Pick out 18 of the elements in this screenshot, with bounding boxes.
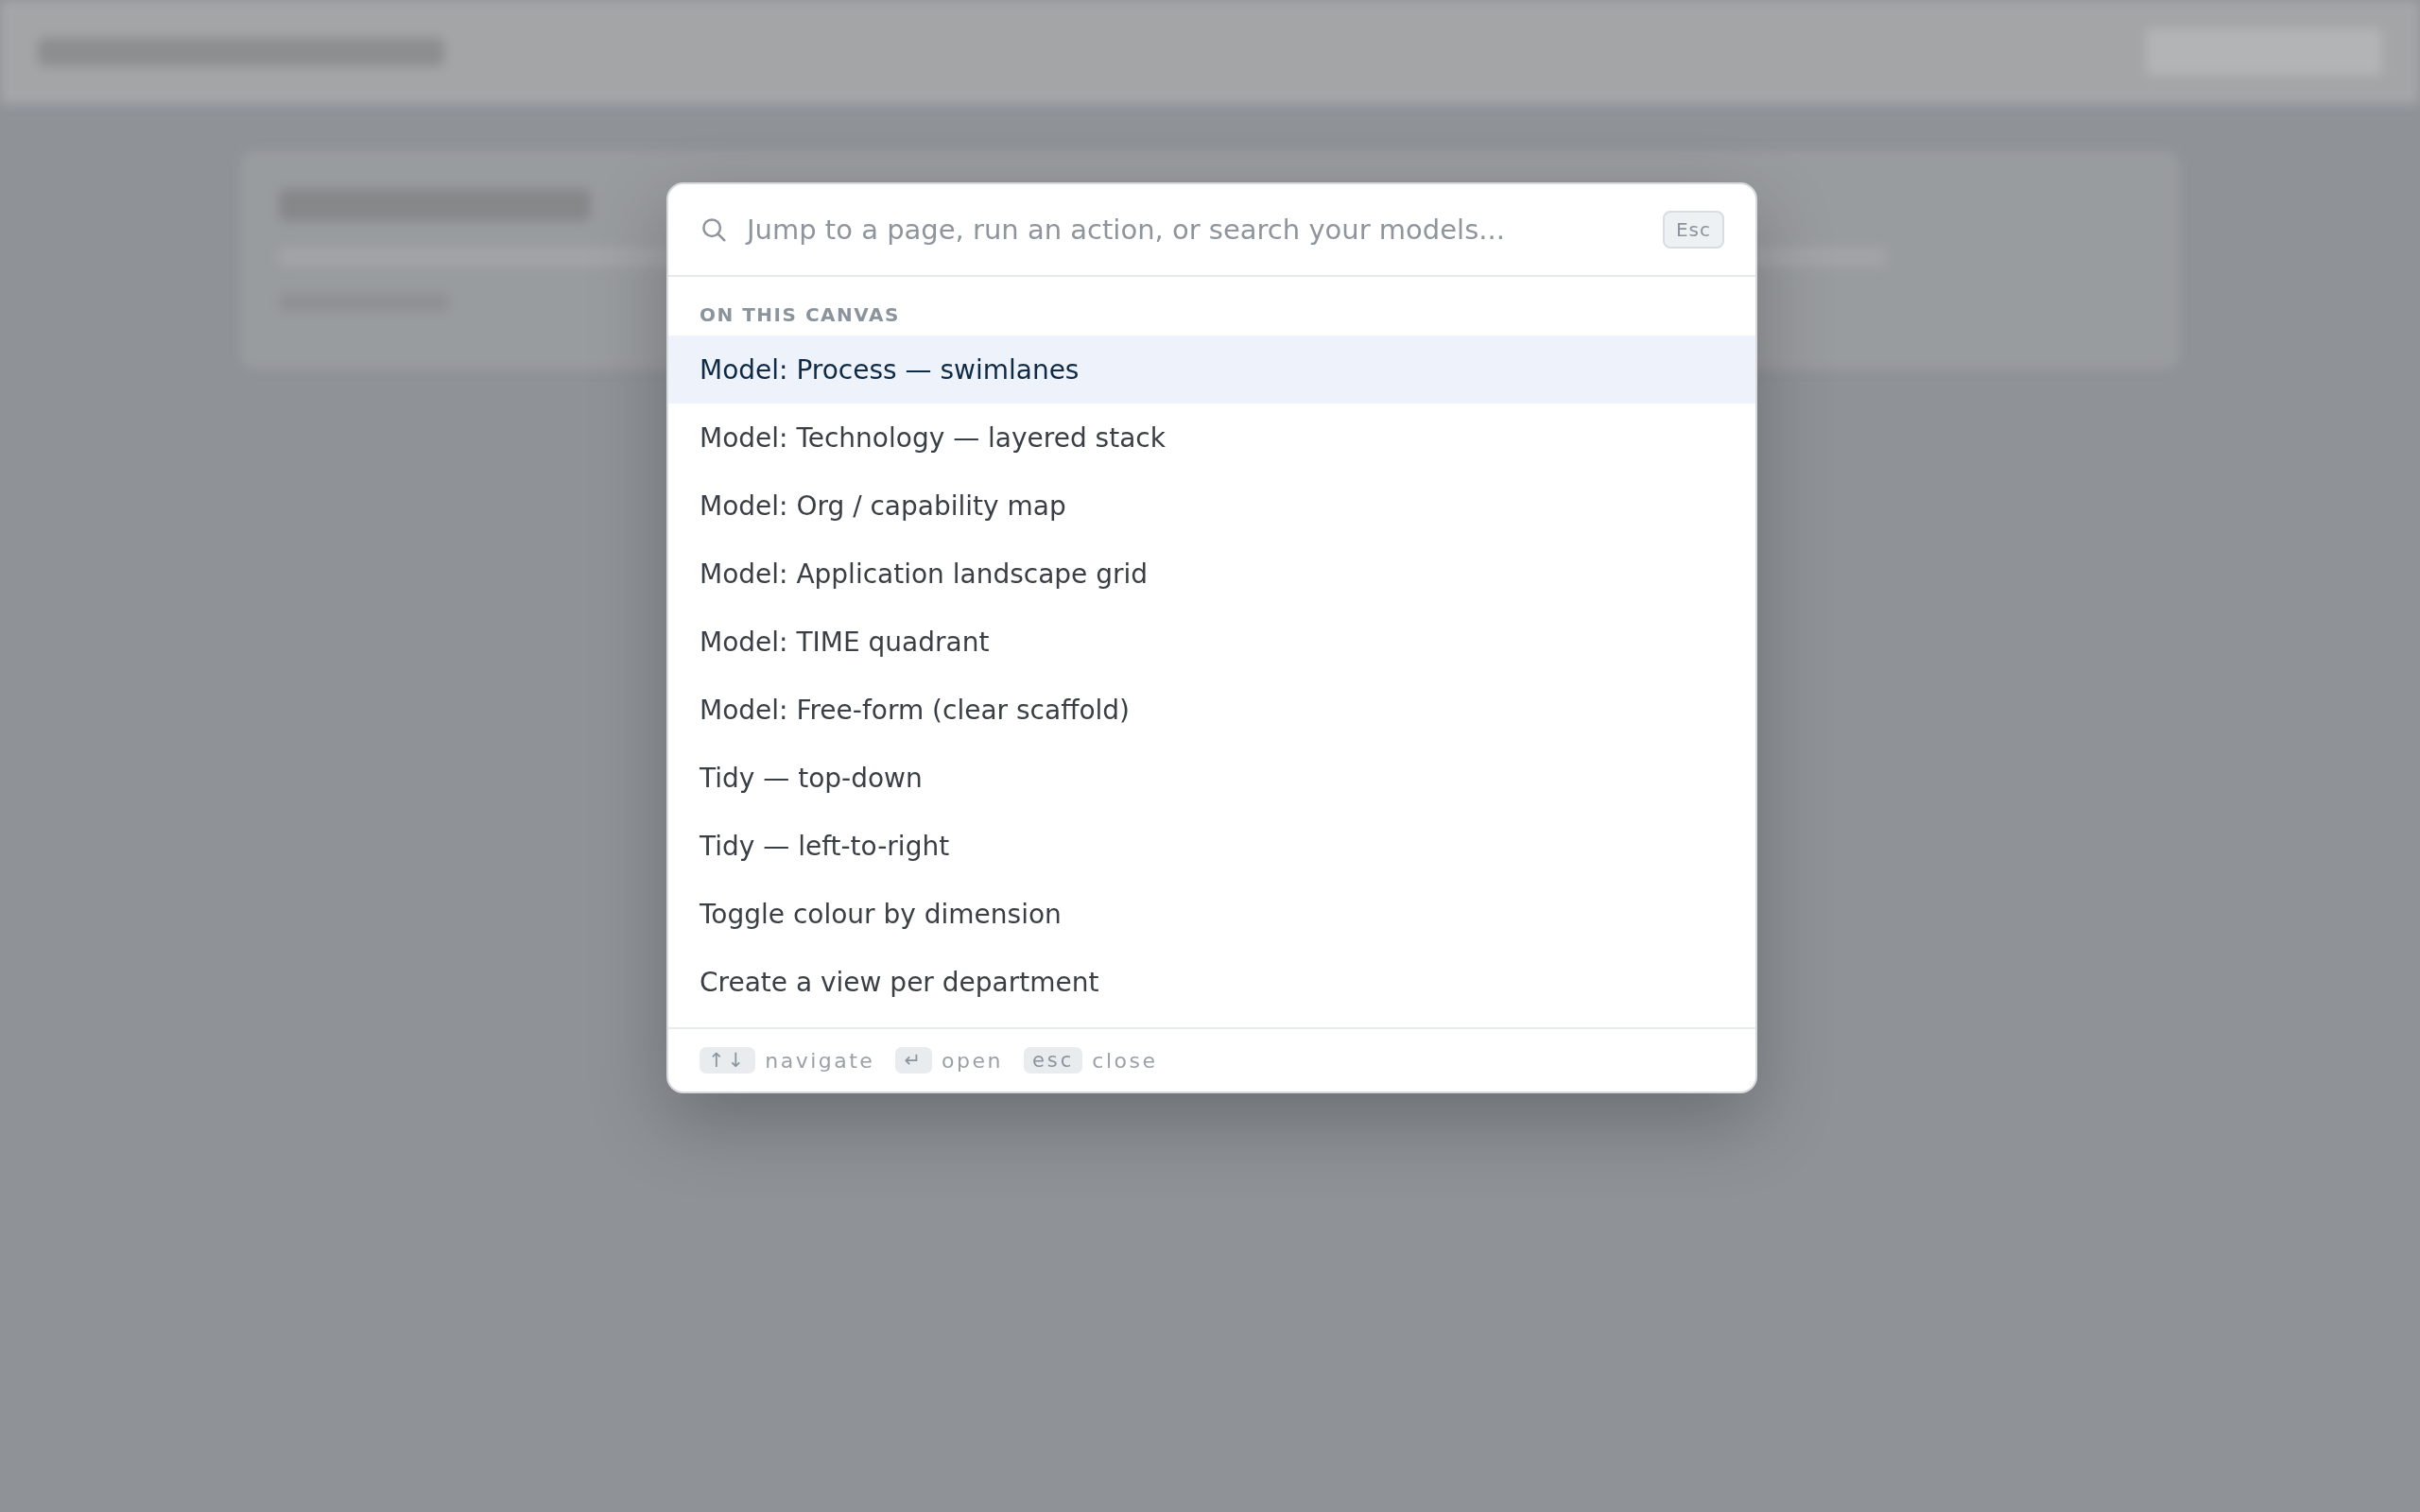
- command-item[interactable]: Model: Technology — layered stack: [668, 404, 1755, 472]
- command-item[interactable]: Tidy — left-to-right: [668, 812, 1755, 880]
- section-label: ON THIS CANVAS: [699, 302, 901, 328]
- shortcut-label: open: [942, 1048, 1003, 1073]
- command-item[interactable]: Model: Process — swimlanes: [668, 335, 1755, 404]
- command-item[interactable]: Model: Org / capability map: [668, 472, 1755, 540]
- shortcut-key: ↑↓: [700, 1047, 756, 1074]
- shortcut-key: ↵: [895, 1047, 932, 1074]
- command-item[interactable]: Model: Free-form (clear scaffold): [668, 676, 1755, 744]
- command-item[interactable]: Tidy — top-down: [668, 744, 1755, 812]
- shortcut-key: esc: [1023, 1047, 1083, 1074]
- shortcut-label: navigate: [765, 1048, 875, 1073]
- search-icon: [700, 215, 728, 244]
- command-item[interactable]: Toggle colour by dimension: [668, 880, 1755, 948]
- command-item[interactable]: Model: Application landscape grid: [668, 540, 1755, 608]
- command-item[interactable]: Create a view per department: [668, 948, 1755, 1016]
- command-item[interactable]: Model: TIME quadrant: [668, 608, 1755, 676]
- shortcut-label: close: [1092, 1048, 1158, 1073]
